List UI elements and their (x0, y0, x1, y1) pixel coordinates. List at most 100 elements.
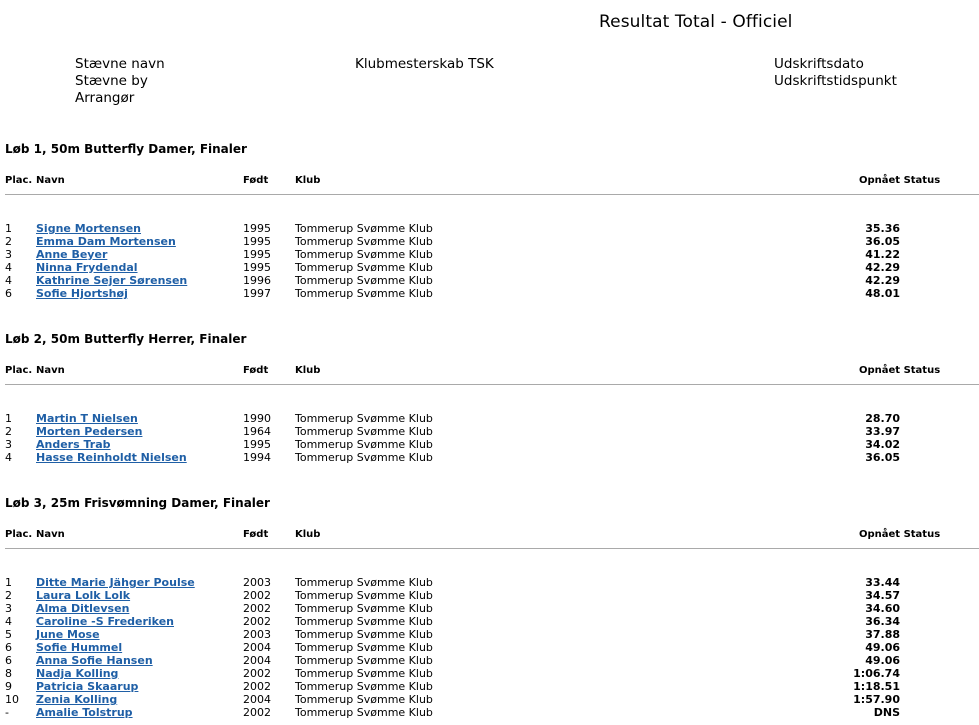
club-name: Tommerup Svømme Klub (295, 425, 433, 438)
swimmer-name-link[interactable]: Martin T Nielsen (36, 412, 138, 425)
result-time: 49.06 (865, 641, 900, 654)
swimmer-name-link[interactable]: Amalie Tolstrup (36, 706, 133, 719)
club-name: Tommerup Svømme Klub (295, 248, 433, 261)
table-row: 1 Martin T Nielsen 1990 Tommerup Svømme Klu… (0, 412, 979, 425)
swimmer-name-link[interactable]: June Mose (36, 628, 100, 641)
result-place: 6 (5, 641, 12, 654)
swimmer-name-link[interactable]: Anders Trab (36, 438, 111, 451)
club-name: Tommerup Svømme Klub (295, 222, 433, 235)
col-header-status: Opnået Status (859, 529, 941, 540)
result-place: 9 (5, 680, 12, 693)
col-header-club: Klub (295, 175, 321, 186)
result-time: 49.06 (865, 654, 900, 667)
organizer-label: Arrangør (75, 90, 135, 106)
swimmer-name-link[interactable]: Nadja Kolling (36, 667, 118, 680)
swimmer-name-link[interactable]: Anna Sofie Hansen (36, 654, 153, 667)
table-row: 4 Hasse Reinholdt Nielsen 1994 Tommerup Svø… (0, 451, 979, 464)
birth-year: 1995 (243, 261, 271, 274)
swimmer-name-link[interactable]: Caroline -S Frederiken (36, 615, 174, 628)
print-info-labels: Udskriftsdato Udskriftstidspunkt (774, 56, 897, 90)
club-name: Tommerup Svømme Klub (295, 667, 433, 680)
header-divider (5, 194, 979, 195)
meet-name-label: Stævne navn (75, 56, 165, 72)
swimmer-name-link[interactable]: Emma Dam Mortensen (36, 235, 176, 248)
result-time: 37.88 (865, 628, 900, 641)
club-name: Tommerup Svømme Klub (295, 628, 433, 641)
table-row: 3 Alma Ditlevsen 2002 Tommerup Svømme Klub 3… (0, 602, 979, 615)
col-header-name: Navn (36, 529, 65, 540)
table-row: 2 Emma Dam Mortensen 1995 Tommerup Svømme K… (0, 235, 979, 248)
col-header-born: Født (243, 365, 269, 376)
swimmer-name-link[interactable]: Patricia Skaarup (36, 680, 138, 693)
swimmer-name-link[interactable]: Hasse Reinholdt Nielsen (36, 451, 187, 464)
result-time: 33.44 (865, 576, 900, 589)
club-name: Tommerup Svømme Klub (295, 287, 433, 300)
birth-year: 1995 (243, 248, 271, 261)
result-place: 8 (5, 667, 12, 680)
event-title: Løb 1, 50m Butterfly Damer, Finaler (5, 142, 247, 156)
birth-year: 2002 (243, 602, 271, 615)
swimmer-name-link[interactable]: Anne Beyer (36, 248, 107, 261)
result-place: 2 (5, 589, 12, 602)
swimmer-name-link[interactable]: Alma Ditlevsen (36, 602, 129, 615)
result-time: DNS (873, 706, 900, 719)
col-header-name: Navn (36, 365, 65, 376)
birth-year: 1996 (243, 274, 271, 287)
swimmer-name-link[interactable]: Signe Mortensen (36, 222, 141, 235)
swimmer-name-link[interactable]: Laura Lolk Lolk (36, 589, 130, 602)
birth-year: 1994 (243, 451, 271, 464)
birth-year: 2004 (243, 641, 271, 654)
result-time: 35.36 (865, 222, 900, 235)
col-header-club: Klub (295, 529, 321, 540)
club-name: Tommerup Svømme Klub (295, 589, 433, 602)
club-name: Tommerup Svømme Klub (295, 274, 433, 287)
birth-year: 2002 (243, 615, 271, 628)
print-time-label: Udskriftstidspunkt (774, 73, 897, 89)
result-time: 41.22 (865, 248, 900, 261)
result-time: 33.97 (865, 425, 900, 438)
club-name: Tommerup Svømme Klub (295, 412, 433, 425)
club-name: Tommerup Svømme Klub (295, 576, 433, 589)
table-row: 3 Anders Trab 1995 Tommerup Svømme Klub 34.0… (0, 438, 979, 451)
table-row: 1 Ditte Marie Jähger Poulse 2003 Tommerup S… (0, 576, 979, 589)
meet-city-label: Stævne by (75, 73, 148, 89)
birth-year: 2004 (243, 693, 271, 706)
birth-year: 1964 (243, 425, 271, 438)
col-header-club: Klub (295, 365, 321, 376)
col-header-plac: Plac. (5, 175, 33, 186)
table-row: 6 Sofie Hjortshøj 1997 Tommerup Svømme Klub… (0, 287, 979, 300)
birth-year: 2003 (243, 628, 271, 641)
page-title: Resultat Total - Officiel (599, 12, 793, 32)
swimmer-name-link[interactable]: Sofie Hjortshøj (36, 287, 128, 300)
club-name: Tommerup Svømme Klub (295, 706, 433, 719)
col-header-born: Født (243, 529, 269, 540)
club-name: Tommerup Svømme Klub (295, 438, 433, 451)
club-name: Tommerup Svømme Klub (295, 641, 433, 654)
swimmer-name-link[interactable]: Ditte Marie Jähger Poulse (36, 576, 195, 589)
swimmer-name-link[interactable]: Morten Pedersen (36, 425, 142, 438)
result-place: 3 (5, 438, 12, 451)
event-title: Løb 3, 25m Frisvømning Damer, Finaler (5, 496, 270, 510)
result-time: 28.70 (865, 412, 900, 425)
birth-year: 2003 (243, 576, 271, 589)
club-name: Tommerup Svømme Klub (295, 261, 433, 274)
table-row: 6 Anna Sofie Hansen 2004 Tommerup Svømme Kl… (0, 654, 979, 667)
swimmer-name-link[interactable]: Kathrine Sejer Sørensen (36, 274, 187, 287)
table-row: 5 June Mose 2003 Tommerup Svømme Klub 37.88 (0, 628, 979, 641)
club-name: Tommerup Svømme Klub (295, 235, 433, 248)
swimmer-name-link[interactable]: Zenia Kolling (36, 693, 117, 706)
club-name: Tommerup Svømme Klub (295, 602, 433, 615)
result-time: 34.02 (865, 438, 900, 451)
result-place: - (5, 706, 9, 719)
print-date-label: Udskriftsdato (774, 56, 864, 72)
club-name: Tommerup Svømme Klub (295, 451, 433, 464)
swimmer-name-link[interactable]: Ninna Frydendal (36, 261, 138, 274)
birth-year: 2002 (243, 589, 271, 602)
result-place: 10 (5, 693, 19, 706)
result-time: 42.29 (865, 261, 900, 274)
result-place: 4 (5, 615, 12, 628)
swimmer-name-link[interactable]: Sofie Hummel (36, 641, 122, 654)
header-divider (5, 384, 979, 385)
table-row: 2 Morten Pedersen 1964 Tommerup Svømme Klub… (0, 425, 979, 438)
result-place: 4 (5, 261, 12, 274)
